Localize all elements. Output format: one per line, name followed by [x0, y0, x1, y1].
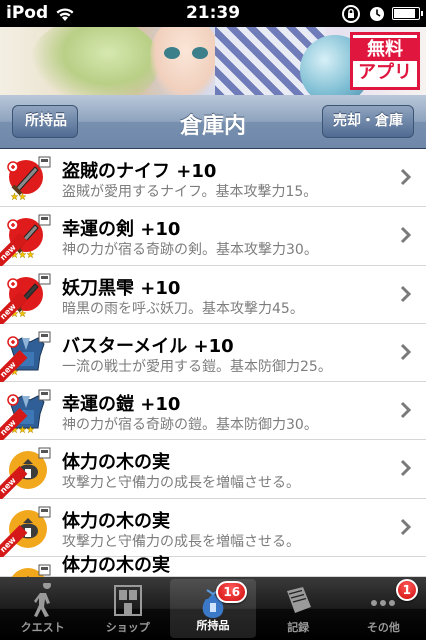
item-row[interactable]: new 妖刀黒雫 +10 暗黒の雨を呼ぶ妖刀。基本攻撃力45。 — [0, 265, 426, 331]
item-title: 幸運の剣 +10 — [62, 219, 181, 241]
item-title: 盗賊のナイフ +10 — [62, 161, 217, 182]
chevron-right-icon — [400, 460, 412, 477]
tab-bag[interactable]: 所持品 16 — [170, 579, 256, 638]
item-description: 暗黒の雨を呼ぶ妖刀。基本攻撃力45。 — [62, 300, 304, 317]
item-description: 攻撃力と守備力の成長を増幅させる。 — [62, 533, 300, 550]
book-icon — [287, 587, 312, 613]
item-description: 攻撃力と守備力の成長を増幅させる。 — [62, 475, 300, 492]
tab-label: クエスト — [20, 621, 65, 634]
item-title: 体力の木の実 — [62, 555, 170, 577]
tab-label: ショップ — [105, 621, 150, 634]
alarm-icon — [370, 7, 384, 21]
item-description: 神の力が宿る奇跡の鎧。基本防御力30。 — [62, 417, 318, 434]
tab-label: 所持品 — [196, 619, 230, 632]
tab-quest[interactable]: クエスト — [0, 577, 85, 640]
item-row[interactable]: 盗賊のナイフ +10 盗賊が愛用するナイフ。基本攻撃力15。 — [0, 149, 426, 208]
tab-label: 記録 — [287, 621, 310, 634]
item-row[interactable]: new 体力の木の実 攻撃力と守備力の成長を増幅させる。 — [0, 498, 426, 564]
nut-bag-icon — [11, 564, 51, 577]
chevron-right-icon — [400, 168, 412, 186]
item-description: 神の力が宿る奇跡の剣。基本攻撃力30。 — [62, 242, 318, 259]
tab-book[interactable]: 記録 — [256, 577, 341, 640]
notification-badge: 16 — [216, 581, 248, 603]
item-title: 体力の木の実 — [62, 452, 170, 474]
navigation-bar: 所持品 倉庫内 売却・倉庫 — [0, 95, 426, 149]
item-row[interactable]: new 幸運の鎧 +10 神の力が宿る奇跡の鎧。基本防御力30。 — [0, 382, 426, 448]
item-list: 盗賊のナイフ +10 盗賊が愛用するナイフ。基本攻撃力15。 new 幸運の剣 … — [0, 149, 426, 577]
item-description: 一流の戦士が愛用する鎧。基本防御力25。 — [62, 358, 332, 375]
sell-storage-button[interactable]: 売却・倉庫 — [322, 105, 414, 138]
item-row[interactable]: new バスターメイル +10 一流の戦士が愛用する鎧。基本防御力25。 — [0, 323, 426, 389]
clock: 21:39 — [185, 3, 241, 23]
item-row[interactable]: new 幸運の剣 +10 神の力が宿る奇跡の剣。基本攻撃力30。 — [0, 207, 426, 273]
item-row[interactable]: new 体力の木の実 攻撃力と守備力の成長を増幅させる。 — [0, 440, 426, 506]
tab-shop[interactable]: ショップ — [85, 577, 170, 640]
tab-label: その他 — [366, 621, 400, 634]
rotation-lock-icon — [342, 5, 360, 23]
banner-art-eye — [164, 47, 180, 59]
knife-icon — [7, 156, 51, 201]
battery-icon — [392, 7, 423, 20]
chevron-right-icon — [400, 227, 412, 244]
item-title: 幸運の鎧 +10 — [62, 394, 181, 416]
shop-icon — [113, 585, 142, 616]
item-description: 盗賊が愛用するナイフ。基本攻撃力15。 — [62, 184, 318, 200]
status-bar: iPod 21:39 — [0, 0, 426, 27]
tab-bar: クエスト ショップ 所持品 16 記録 その他 1 — [0, 577, 426, 640]
banner-art-eye — [192, 47, 208, 59]
free-app-badge-line1: 無料 — [353, 38, 417, 61]
ad-banner[interactable]: 無料 アプリ — [0, 27, 426, 95]
banner-art-face — [150, 27, 220, 95]
item-title: 体力の木の実 — [62, 510, 170, 532]
chevron-right-icon — [400, 343, 412, 360]
free-app-badge: 無料 アプリ — [350, 32, 420, 90]
free-app-badge-line2: アプリ — [358, 62, 412, 83]
chevron-right-icon — [400, 402, 412, 419]
banner-art-hair — [30, 27, 160, 95]
chevron-right-icon — [400, 285, 412, 302]
item-title: バスターメイル +10 — [62, 335, 234, 357]
quest-icon — [33, 583, 51, 617]
battery-fill — [394, 9, 415, 18]
item-title: 妖刀黒雫 +10 — [62, 277, 181, 299]
item-row[interactable]: 体力の木の実 — [0, 555, 426, 577]
tab-more[interactable]: その他 1 — [341, 577, 426, 640]
notification-badge: 1 — [395, 579, 418, 601]
chevron-right-icon — [400, 518, 412, 535]
